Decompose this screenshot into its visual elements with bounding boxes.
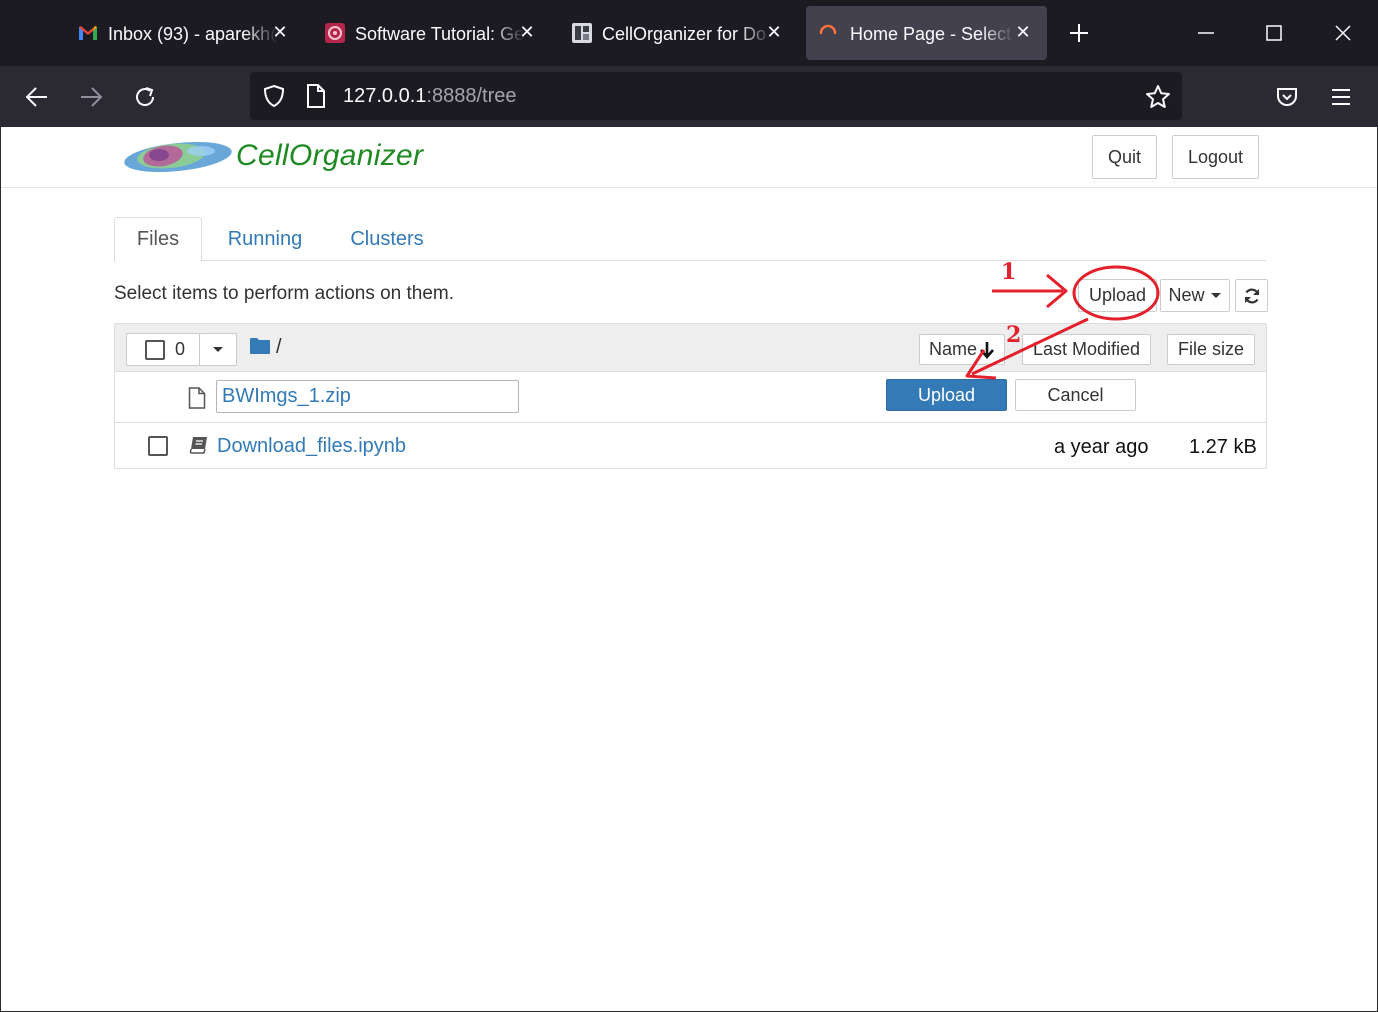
notebook-icon <box>189 437 207 454</box>
arrow-down-icon <box>980 341 994 359</box>
logout-button[interactable]: Logout <box>1172 135 1259 179</box>
close-icon[interactable]: ✕ <box>517 21 537 43</box>
sort-size-button[interactable]: File size <box>1167 334 1255 365</box>
caret-down-icon <box>1210 292 1221 298</box>
forward-arrow-icon <box>81 87 103 107</box>
url-host: 127.0.0.1 <box>343 85 427 107</box>
browser-tab-software-tutorial[interactable]: Software Tutorial: Ge ✕ <box>325 6 537 60</box>
select-menu-button[interactable] <box>199 333 237 366</box>
app-logo-text: CellOrganizer <box>236 139 424 172</box>
tab-title: Home Page - Select or <box>850 24 1014 44</box>
app-menu-button[interactable] <box>1321 77 1361 117</box>
pocket-icon <box>1277 88 1297 106</box>
back-button[interactable] <box>17 77 57 117</box>
address-bar[interactable]: 127.0.0.1:8888/tree <box>250 72 1182 120</box>
quit-button[interactable]: Quit <box>1092 135 1157 179</box>
refresh-icon <box>1244 288 1259 303</box>
pocket-button[interactable] <box>1267 77 1307 117</box>
browser-tab-cellorganizer[interactable]: CellOrganizer for Do ✕ <box>572 6 784 60</box>
tutorial-favicon-icon <box>325 23 345 43</box>
page-icon[interactable] <box>305 84 327 108</box>
folder-icon[interactable] <box>250 337 270 355</box>
app-header: CellOrganizer Quit Logout <box>1 127 1377 188</box>
maximize-icon <box>1266 25 1282 41</box>
cancel-upload-button[interactable]: Cancel <box>1015 379 1136 411</box>
upload-button[interactable]: Upload <box>1078 279 1157 312</box>
url-text[interactable]: 127.0.0.1:8888/tree <box>343 84 517 108</box>
new-dropdown-button[interactable]: New <box>1160 279 1230 312</box>
maximize-button[interactable] <box>1251 12 1297 54</box>
file-icon <box>188 387 206 409</box>
minimize-icon <box>1198 32 1214 34</box>
sort-name-button[interactable]: Name <box>919 334 1005 365</box>
window-close-button[interactable] <box>1320 12 1366 54</box>
selected-count: 0 <box>175 339 186 359</box>
reload-button[interactable] <box>125 77 165 117</box>
upload-row: BWImgs_1.zip Upload Cancel <box>115 372 1266 423</box>
browser-tab-bar: Inbox (93) - aparekh@ ✕ Software Tutoria… <box>0 0 1378 66</box>
upload-filename-input[interactable]: BWImgs_1.zip <box>216 380 519 413</box>
instructions-text: Select items to perform actions on them. <box>114 283 455 304</box>
file-link[interactable]: Download_files.ipynb <box>217 434 406 458</box>
reload-icon <box>136 87 155 106</box>
refresh-button[interactable] <box>1235 279 1268 312</box>
file-list-header: 0 / Name Last Modified File size <box>115 324 1266 372</box>
file-modified: a year ago <box>1054 436 1149 458</box>
forward-button[interactable] <box>71 77 111 117</box>
shield-icon[interactable] <box>262 84 286 108</box>
sort-name-label: Name <box>928 339 977 359</box>
confirm-upload-button[interactable]: Upload <box>886 379 1007 411</box>
browser-tab-gmail[interactable]: Inbox (93) - aparekh@ ✕ <box>78 6 290 60</box>
url-path: :8888/tree <box>426 85 517 107</box>
browser-tab-home-page[interactable]: Home Page - Select or ✕ <box>806 6 1047 60</box>
caret-down-icon <box>213 346 223 352</box>
browser-nav-bar: 127.0.0.1:8888/tree <box>0 66 1378 127</box>
file-size: 1.27 kB <box>1189 436 1257 458</box>
tab-files[interactable]: Files <box>114 217 202 262</box>
tab-running[interactable]: Running <box>214 217 316 261</box>
tab-clusters[interactable]: Clusters <box>334 217 440 261</box>
new-tab-button[interactable] <box>1062 16 1096 50</box>
file-list: 0 / Name Last Modified File size BWImgs_… <box>114 323 1267 469</box>
loading-spinner-icon <box>819 24 837 35</box>
minimize-button[interactable] <box>1183 12 1229 54</box>
bookmark-star-icon[interactable] <box>1145 84 1171 110</box>
jupyter-page: CellOrganizer Quit Logout Files Running … <box>0 127 1378 1012</box>
close-icon[interactable]: ✕ <box>270 21 290 43</box>
tab-title: Inbox (93) - aparekh@ <box>108 24 278 44</box>
sort-modified-button[interactable]: Last Modified <box>1022 334 1151 365</box>
tab-title: CellOrganizer for Do <box>602 24 767 44</box>
item-checkbox[interactable] <box>148 436 168 456</box>
new-label: New <box>1168 285 1205 305</box>
plus-icon <box>1070 24 1088 42</box>
close-window-icon <box>1335 25 1351 41</box>
list-item[interactable]: Download_files.ipynb a year ago 1.27 kB <box>115 424 1266 469</box>
step-1-label: 1 <box>1001 259 1017 285</box>
hamburger-menu-icon <box>1332 89 1350 105</box>
select-all-checkbox[interactable] <box>145 339 165 360</box>
select-all-control[interactable]: 0 <box>126 333 200 366</box>
notebook-tabs: Files Running Clusters <box>114 217 1266 262</box>
back-arrow-icon <box>25 87 47 107</box>
gmail-icon <box>79 26 97 40</box>
tab-title: Software Tutorial: Ge <box>355 24 525 44</box>
step-2-label: 2 <box>1006 322 1022 348</box>
breadcrumb[interactable]: / <box>276 336 282 358</box>
close-icon[interactable]: ✕ <box>1013 21 1033 43</box>
cell-logo-image <box>124 141 232 173</box>
cellorganizer-favicon-icon <box>572 23 592 43</box>
close-icon[interactable]: ✕ <box>764 21 784 43</box>
